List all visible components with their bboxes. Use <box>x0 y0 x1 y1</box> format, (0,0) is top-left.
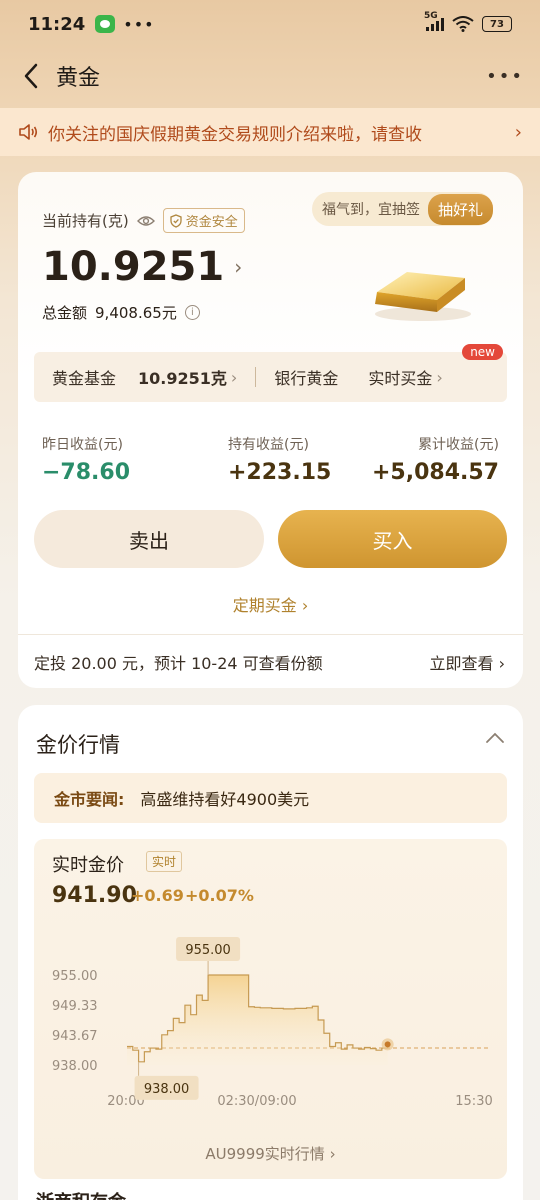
market-card: 金价行情 金市要闻: 高盛维持看好4900美元 实时金价 实时 941.90 +… <box>18 705 523 1200</box>
shield-icon <box>170 213 182 228</box>
bank-gold-link[interactable]: 银行黄金 <box>274 365 338 389</box>
news-label: 金市要闻: <box>54 790 125 809</box>
notice-bar[interactable]: 你关注的国庆假期黄金交易规则介绍来啦，请查收 › <box>0 108 540 156</box>
current-price: 941.90 <box>52 883 137 908</box>
chevron-right-icon: › <box>230 367 238 387</box>
wifi-icon <box>452 16 474 32</box>
total-amount-row: 总金额 9,408.65元 i <box>42 302 200 323</box>
total-profit-value: +5,084.57 <box>372 460 499 485</box>
gold-fund-label[interactable]: 黄金基金 <box>52 365 116 389</box>
buy-button[interactable]: 买入 <box>278 510 507 568</box>
holding-label-row: 当前持有(克) 资金安全 <box>42 208 245 233</box>
chevron-right-icon: › <box>301 596 309 615</box>
price-change-percent: +0.07% <box>185 886 254 905</box>
holding-amount: 10.9251 <box>42 244 225 290</box>
max-price-label: 955.00 <box>185 943 231 958</box>
market-news-bar[interactable]: 金市要闻: 高盛维持看好4900美元 <box>34 773 507 823</box>
battery-icon: 73 <box>482 16 512 32</box>
news-text: 高盛维持看好4900美元 <box>140 790 310 809</box>
au9999-market-link[interactable]: AU9999实时行情 › <box>34 1143 507 1164</box>
new-badge: new <box>462 344 503 360</box>
chart-title: 实时金价 <box>52 855 124 876</box>
holdings-card: 当前持有(克) 资金安全 福气到，宜抽签 抽好礼 10.9251 › 总金额 9… <box>18 172 523 688</box>
lottery-text: 福气到，宜抽签 <box>321 202 420 218</box>
chevron-right-icon: › <box>234 255 243 279</box>
holding-profit-label: 持有收益(元) <box>228 437 309 453</box>
divider <box>255 367 257 387</box>
next-section-peek: 浙商积存金 <box>36 1188 126 1200</box>
nav-bar: 黄金 ••• <box>0 50 540 102</box>
total-value: 9,408.65元 <box>95 304 177 322</box>
total-label: 总金额 <box>42 304 88 322</box>
sell-button[interactable]: 卖出 <box>34 510 264 568</box>
yesterday-profit-value: −78.60 <box>42 460 131 485</box>
chevron-right-icon: › <box>514 121 522 143</box>
fund-safety-badge[interactable]: 资金安全 <box>162 208 245 233</box>
yesterday-profit-label: 昨日收益(元) <box>42 437 123 453</box>
auto-invest-text: 定投 20.00 元，预计 10-24 可查看份额 <box>34 654 323 673</box>
wechat-icon <box>95 15 116 33</box>
signal-icon: 5G <box>424 11 444 31</box>
price-area <box>127 975 388 1065</box>
y-tick-label: 938.00 <box>52 1059 98 1074</box>
chevron-right-icon: › <box>436 367 443 387</box>
notice-text: 你关注的国庆假期黄金交易规则介绍来啦，请查收 <box>48 124 422 145</box>
price-change: +0.69 <box>131 886 184 905</box>
eye-icon[interactable] <box>136 215 155 227</box>
x-tick-label: 15:30 <box>455 1094 492 1109</box>
info-icon[interactable]: i <box>184 305 200 320</box>
gold-bar-icon <box>375 272 471 321</box>
lottery-banner[interactable]: 福气到，宜抽签 抽好礼 <box>311 192 493 226</box>
back-arrow-icon[interactable] <box>16 61 46 91</box>
min-price-label: 938.00 <box>144 1082 190 1097</box>
view-now-link[interactable]: 立即查看 › <box>430 650 506 674</box>
market-title: 金价行情 <box>36 733 120 757</box>
y-tick-label: 943.67 <box>52 1029 98 1044</box>
holding-amount-row[interactable]: 10.9251 › <box>42 244 242 290</box>
holding-profit-value: +223.15 <box>228 460 332 485</box>
more-menu-icon[interactable]: ••• <box>486 66 524 87</box>
current-point <box>384 1041 391 1048</box>
x-tick-label: 02:30/09:00 <box>217 1094 296 1109</box>
total-profit-label: 累计收益(元) <box>418 437 499 453</box>
lottery-button[interactable]: 抽好礼 <box>427 193 493 225</box>
realtime-buy-link[interactable]: 实时买金 <box>368 365 432 389</box>
fund-row: 黄金基金 10.9251克 › 银行黄金 实时买金 › new <box>34 344 507 402</box>
divider <box>18 634 523 635</box>
y-tick-label: 949.33 <box>52 999 98 1014</box>
status-bar: 11:24 ••• 5G 73 <box>0 0 540 48</box>
price-line-chart[interactable]: 955.00949.33943.67938.0020:00 02:30/09:00… <box>34 909 507 1139</box>
page-title: 黄金 <box>56 66 101 91</box>
regular-buy-link[interactable]: 定期买金 › <box>18 592 523 616</box>
holding-label: 当前持有(克) <box>42 212 129 230</box>
y-tick-label: 955.00 <box>52 969 98 984</box>
realtime-price-chart[interactable]: 实时金价 实时 941.90 +0.69 +0.07% 955.00 949.33… <box>34 839 507 1179</box>
chevron-up-icon[interactable] <box>485 731 505 745</box>
speaker-icon <box>19 124 38 140</box>
gold-fund-value[interactable]: 10.9251克 <box>138 365 227 389</box>
realtime-badge: 实时 <box>146 851 183 872</box>
status-time: 11:24 <box>28 13 86 35</box>
more-notifications-icon: ••• <box>123 14 155 34</box>
